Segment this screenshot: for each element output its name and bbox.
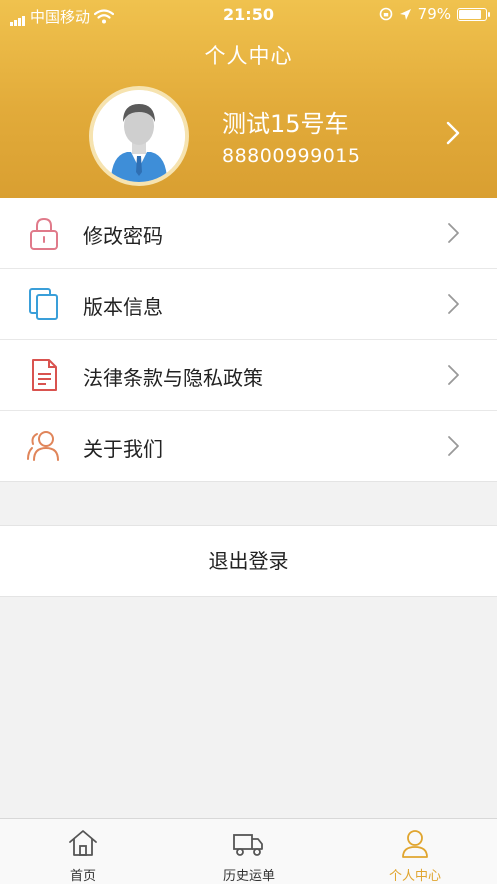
orientation-lock-icon (379, 7, 392, 21)
battery-icon (457, 7, 490, 21)
menu-item-change-password[interactable]: 修改密码 (0, 198, 497, 269)
tab-profile[interactable]: 个人中心 (332, 819, 497, 884)
lock-icon (30, 217, 58, 250)
tab-bar: 首页 历史运单 个人中心 (0, 818, 497, 884)
chevron-right-icon (448, 294, 459, 314)
document-icon (32, 359, 57, 391)
menu-item-version-info[interactable]: 版本信息 (0, 269, 497, 340)
tab-history-orders[interactable]: 历史运单 (166, 819, 332, 884)
logout-button[interactable]: 退出登录 (0, 525, 497, 597)
avatar[interactable] (89, 86, 189, 186)
chevron-right-icon (448, 365, 459, 385)
avatar-person-icon (93, 90, 185, 182)
profile-header: 中国移动 21:50 79% 个人中心 测试15号车 88800999015 (0, 0, 497, 198)
battery-percent: 79% (417, 5, 451, 23)
truck-icon (233, 834, 263, 856)
tab-label: 历史运单 (222, 869, 275, 884)
menu-item-label: 版本信息 (83, 295, 163, 319)
tab-label: 个人中心 (388, 869, 441, 884)
menu-item-legal-privacy[interactable]: 法律条款与隐私政策 (0, 340, 497, 411)
location-icon (399, 8, 411, 20)
page-title: 个人中心 (204, 44, 293, 68)
settings-menu: 修改密码 版本信息 法律条款与隐私政策 关于我们 (0, 198, 497, 482)
user-name[interactable]: 测试15号车 (222, 104, 349, 139)
tab-home[interactable]: 首页 (0, 819, 166, 884)
home-icon (69, 830, 97, 856)
person-icon (402, 830, 428, 858)
chevron-right-icon[interactable] (446, 121, 460, 145)
user-phone: 88800999015 (222, 145, 361, 167)
tab-label: 首页 (69, 869, 96, 884)
chevron-right-icon (448, 223, 459, 243)
menu-item-label: 修改密码 (83, 224, 163, 248)
status-bar: 中国移动 21:50 79% (0, 0, 497, 30)
users-icon (27, 431, 59, 461)
menu-item-about-us[interactable]: 关于我们 (0, 411, 497, 482)
copy-icon (29, 288, 58, 320)
menu-item-label: 法律条款与隐私政策 (83, 366, 263, 390)
menu-item-label: 关于我们 (83, 437, 163, 461)
chevron-right-icon (448, 436, 459, 456)
